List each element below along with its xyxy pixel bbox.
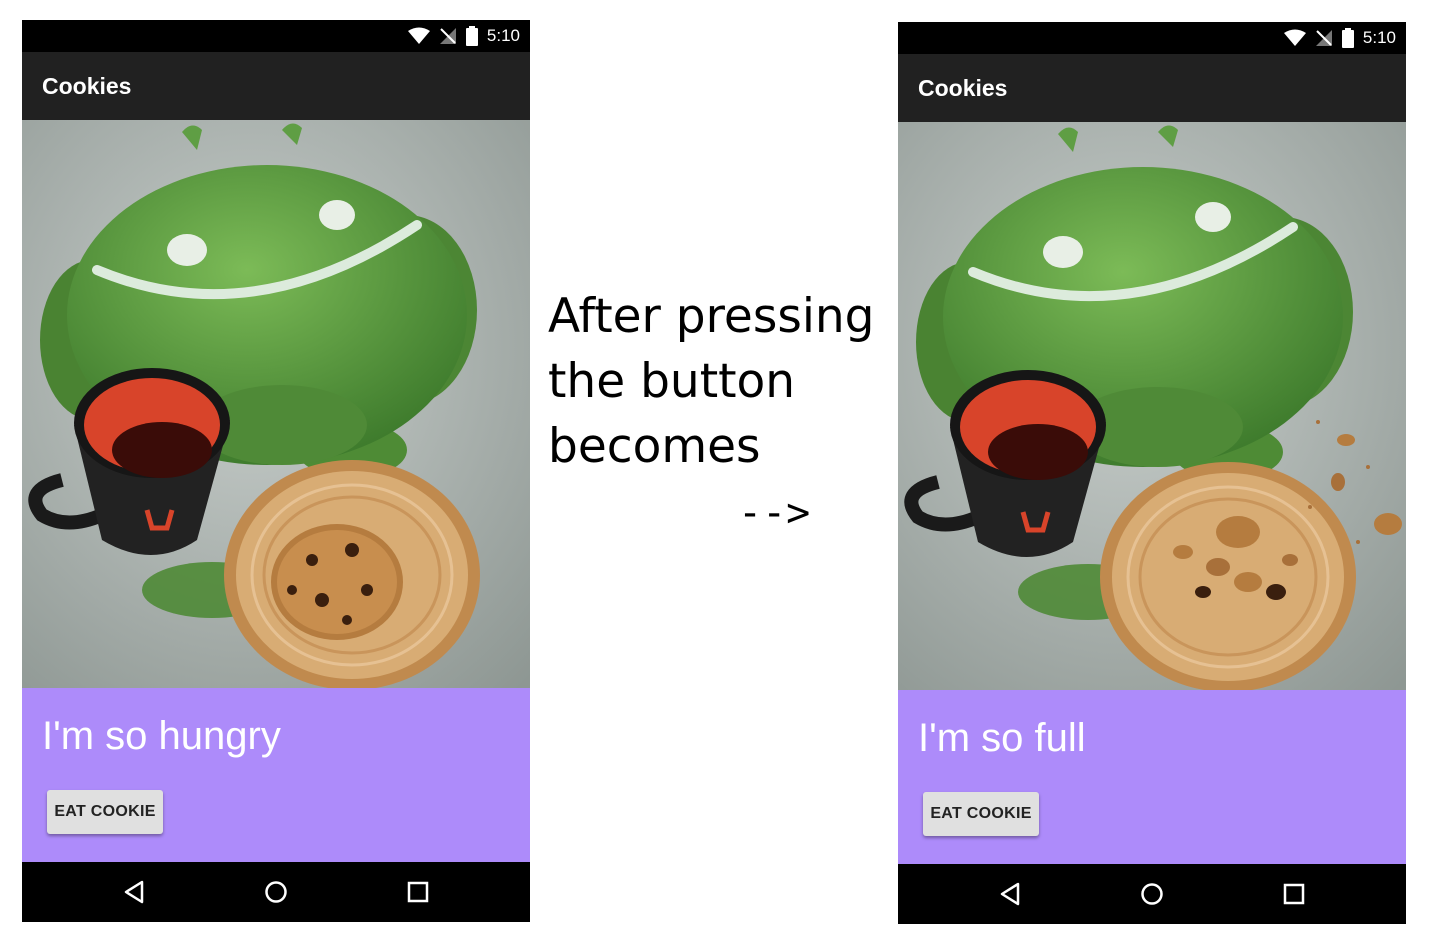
no-signal-icon bbox=[1315, 29, 1333, 47]
cookie-photo bbox=[22, 120, 530, 688]
battery-icon bbox=[1341, 28, 1354, 48]
wifi-icon bbox=[1283, 29, 1306, 47]
status-text: I'm so hungry bbox=[42, 714, 281, 758]
wifi-icon bbox=[407, 27, 430, 45]
arrow-text: --> bbox=[738, 490, 811, 536]
home-icon[interactable] bbox=[260, 876, 292, 908]
status-panel: I'm so hungry EAT COOKIE bbox=[22, 688, 530, 862]
status-panel: I'm so full EAT COOKIE bbox=[898, 690, 1406, 864]
crumbs-photo bbox=[898, 122, 1406, 690]
plate-icon bbox=[1100, 462, 1356, 690]
status-bar: 5:10 bbox=[898, 22, 1406, 54]
status-icons: 5:10 bbox=[407, 26, 520, 46]
phone-before: 5:10 Cookies I'm so hungry EAT COOKIE bbox=[22, 20, 530, 922]
back-icon[interactable] bbox=[118, 876, 150, 908]
eat-cookie-button[interactable]: EAT COOKIE bbox=[47, 790, 163, 834]
eat-cookie-button[interactable]: EAT COOKIE bbox=[923, 792, 1039, 836]
status-text: I'm so full bbox=[918, 716, 1086, 760]
phone-after: 5:10 Cookies I'm so full EAT COOKIE bbox=[898, 22, 1406, 924]
caption-line-2: the button bbox=[548, 354, 796, 409]
recents-icon[interactable] bbox=[402, 876, 434, 908]
caption: After pressing the button becomes bbox=[548, 284, 898, 479]
cookie-icon bbox=[271, 524, 403, 640]
caption-line-3: becomes bbox=[548, 419, 761, 474]
back-icon[interactable] bbox=[994, 878, 1026, 910]
nav-bar bbox=[22, 862, 530, 922]
home-icon[interactable] bbox=[1136, 878, 1168, 910]
status-icons: 5:10 bbox=[1283, 28, 1396, 48]
caption-line-1: After pressing bbox=[548, 289, 875, 344]
no-signal-icon bbox=[439, 27, 457, 45]
battery-icon bbox=[465, 26, 478, 46]
nav-bar bbox=[898, 864, 1406, 924]
status-bar: 5:10 bbox=[22, 20, 530, 52]
app-title: Cookies bbox=[42, 73, 132, 99]
app-bar: Cookies bbox=[898, 54, 1406, 122]
app-bar: Cookies bbox=[22, 52, 530, 120]
recents-icon[interactable] bbox=[1278, 878, 1310, 910]
clock: 5:10 bbox=[1362, 28, 1396, 47]
clock: 5:10 bbox=[486, 26, 520, 45]
app-title: Cookies bbox=[918, 75, 1008, 101]
